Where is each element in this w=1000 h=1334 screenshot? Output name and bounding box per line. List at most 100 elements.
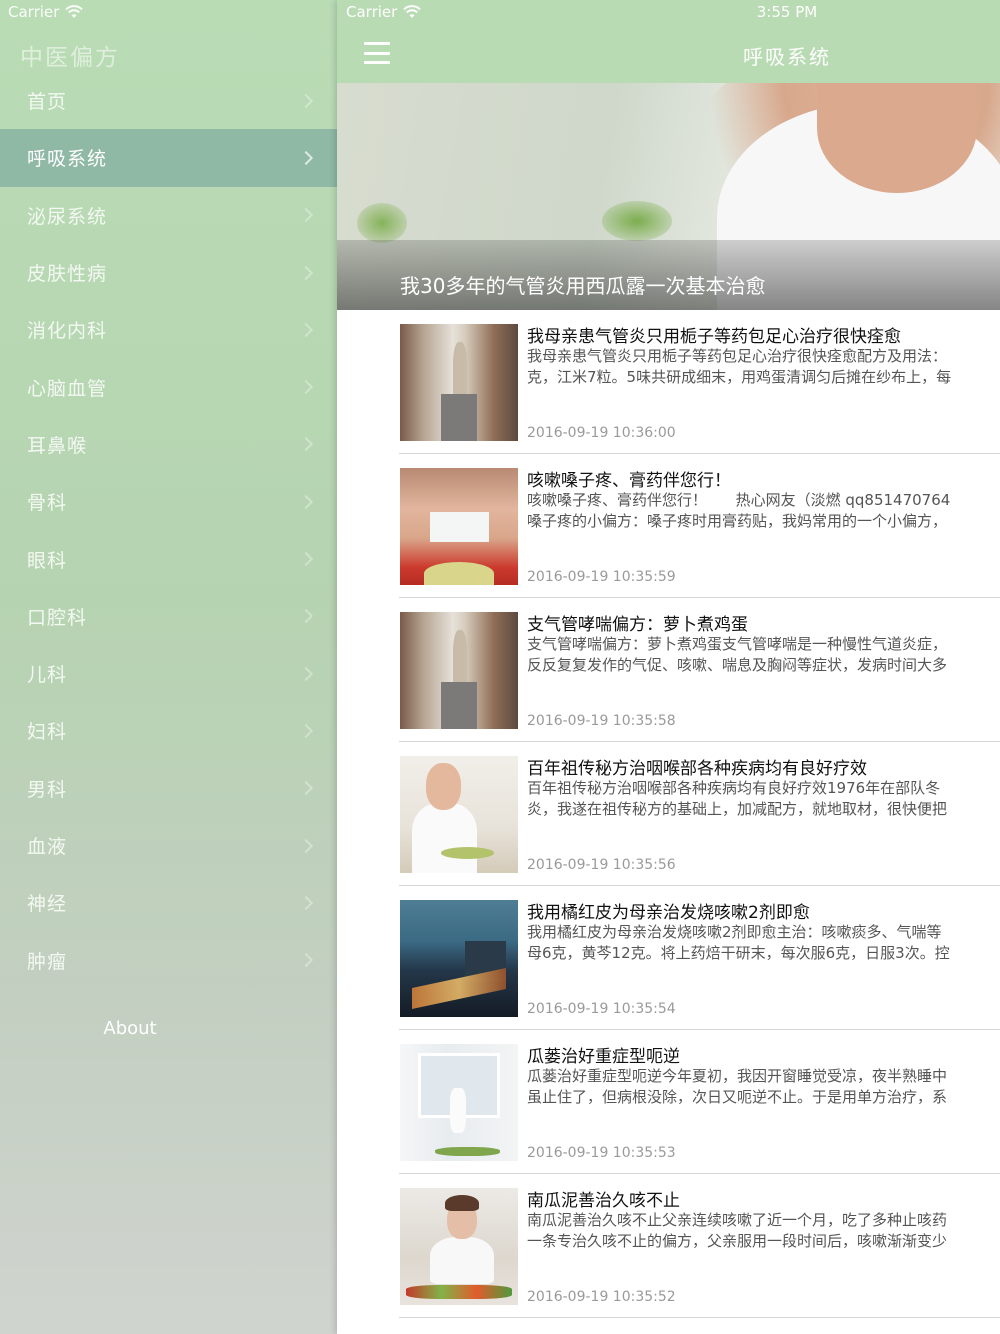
article-list: 我母亲患气管炎只用栀子等药包足心治疗很快痊愈 我母亲患气管炎只用栀子等药包足心治… xyxy=(337,310,1000,1318)
chevron-right-icon xyxy=(298,437,314,452)
chevron-right-icon xyxy=(298,781,314,796)
article-date: 2016-09-19 10:35:53 xyxy=(527,1145,676,1161)
chevron-right-icon xyxy=(298,380,314,395)
menu-item-label: 神经 xyxy=(27,893,68,916)
menu-item-label: 口腔科 xyxy=(27,606,88,629)
banner-title: 我30多年的气管炎用西瓜露一次基本治愈 xyxy=(400,274,766,298)
menu-item-label: 耳鼻喉 xyxy=(27,434,88,457)
article-row[interactable]: 瓜蒌治好重症型呃逆 瓜蒌治好重症型呃逆今年夏初，我因开窗睡觉受凉，夜半熟睡中 虽… xyxy=(399,1030,1000,1174)
article-row[interactable]: 我母亲患气管炎只用栀子等药包足心治疗很快痊愈 我母亲患气管炎只用栀子等药包足心治… xyxy=(399,310,1000,454)
article-row[interactable]: 支气管哮喘偏方：萝卜煮鸡蛋 支气管哮喘偏方：萝卜煮鸡蛋支气管哮喘是一种慢性气道炎… xyxy=(399,598,1000,742)
menu-item-andrology[interactable]: 男科 xyxy=(0,760,337,817)
menu-item-home[interactable]: 首页 xyxy=(0,72,337,129)
about-link[interactable]: About xyxy=(0,1018,260,1039)
article-date: 2016-09-19 10:35:56 xyxy=(527,857,676,873)
menu-item-label: 儿科 xyxy=(27,664,68,687)
menu-item-label: 骨科 xyxy=(27,492,68,515)
menu-item-cardio[interactable]: 心脑血管 xyxy=(0,358,337,415)
article-thumbnail xyxy=(400,612,518,729)
menu-item-label: 泌尿系统 xyxy=(27,205,108,228)
article-title: 我母亲患气管炎只用栀子等药包足心治疗很快痊愈 xyxy=(527,327,901,347)
chevron-right-icon xyxy=(298,93,314,108)
chevron-right-icon xyxy=(298,208,314,223)
main-content: Carrier 3:55 PM 呼吸系统 我30多年的气管炎用西瓜露一次基本治愈… xyxy=(337,0,1000,1334)
article-summary: 咳嗽嗓子疼、膏药伴您行！ 热心网友（淡燃 qq851470764 嗓子疼的小偏方… xyxy=(527,491,951,530)
chevron-right-icon xyxy=(298,723,314,738)
article-summary: 我母亲患气管炎只用栀子等药包足心治疗很快痊愈配方及用法： 克，江米7粒。5味共研… xyxy=(527,347,952,386)
article-title: 瓜蒌治好重症型呃逆 xyxy=(527,1047,680,1067)
banner-image xyxy=(357,203,407,243)
article-row[interactable]: 咳嗽嗓子疼、膏药伴您行！ 咳嗽嗓子疼、膏药伴您行！ 热心网友（淡燃 qq8514… xyxy=(399,454,1000,598)
app-title: 中医偏方 xyxy=(20,45,120,71)
chevron-right-icon xyxy=(298,895,314,910)
hamburger-icon[interactable] xyxy=(364,42,390,64)
menu-item-label: 消化内科 xyxy=(27,320,108,343)
menu-item-label: 肿瘤 xyxy=(27,950,68,973)
carrier-label: Carrier xyxy=(346,3,398,21)
chevron-right-icon xyxy=(298,609,314,624)
article-date: 2016-09-19 10:35:58 xyxy=(527,713,676,729)
menu-item-pediatrics[interactable]: 儿科 xyxy=(0,645,337,702)
chevron-right-icon xyxy=(298,838,314,853)
chevron-right-icon xyxy=(298,322,314,337)
menu-item-label: 皮肤性病 xyxy=(27,263,108,286)
article-title: 南瓜泥善治久咳不止 xyxy=(527,1191,680,1211)
menu-item-gastro[interactable]: 消化内科 xyxy=(0,301,337,358)
article-summary: 百年祖传秘方治咽喉部各种疾病均有良好疗效1976年在部队冬 炎，我遂在祖传秘方的… xyxy=(527,779,948,818)
article-date: 2016-09-19 10:36:00 xyxy=(527,425,676,441)
menu-item-dermatology[interactable]: 皮肤性病 xyxy=(0,244,337,301)
carrier-label: Carrier xyxy=(8,3,60,21)
menu-item-neurology[interactable]: 神经 xyxy=(0,874,337,931)
article-title: 咳嗽嗓子疼、膏药伴您行！ xyxy=(527,471,731,491)
article-thumbnail xyxy=(400,1044,518,1161)
article-summary: 南瓜泥善治久咳不止父亲连续咳嗽了近一个月，吃了多种止咳药 一条专治久咳不止的偏方… xyxy=(527,1211,948,1250)
article-summary: 我用橘红皮为母亲治发烧咳嗽2剂即愈主治：咳嗽痰多、气喘等 母6克，黄芩12克。将… xyxy=(527,923,950,962)
article-title: 百年祖传秘方治咽喉部各种疾病均有良好疗效 xyxy=(527,759,867,779)
menu-item-respiratory[interactable]: 呼吸系统 xyxy=(0,129,337,187)
chevron-right-icon xyxy=(298,494,314,509)
side-menu-list: 首页 呼吸系统 泌尿系统 皮肤性病 消化内科 心脑血管 耳鼻喉 骨科 眼科 口腔… xyxy=(0,72,337,989)
chevron-right-icon xyxy=(298,551,314,567)
status-bar-carrier: Carrier xyxy=(346,3,422,21)
article-thumbnail xyxy=(400,756,518,873)
nav-bar: Carrier 3:55 PM 呼吸系统 xyxy=(337,0,1000,83)
article-row[interactable]: 南瓜泥善治久咳不止 南瓜泥善治久咳不止父亲连续咳嗽了近一个月，吃了多种止咳药 一… xyxy=(399,1174,1000,1318)
menu-item-label: 首页 xyxy=(27,91,68,114)
menu-item-gynecology[interactable]: 妇科 xyxy=(0,702,337,759)
article-thumbnail xyxy=(400,1188,518,1305)
menu-item-label: 眼科 xyxy=(27,549,68,572)
article-date: 2016-09-19 10:35:52 xyxy=(527,1289,676,1305)
article-date: 2016-09-19 10:35:59 xyxy=(527,569,676,585)
article-title: 我用橘红皮为母亲治发烧咳嗽2剂即愈 xyxy=(527,903,810,923)
side-menu: Carrier 中医偏方 首页 呼吸系统 泌尿系统 皮肤性病 消化内科 心脑血管… xyxy=(0,0,337,1334)
menu-item-oncology[interactable]: 肿瘤 xyxy=(0,931,337,988)
menu-item-ent[interactable]: 耳鼻喉 xyxy=(0,416,337,473)
article-row[interactable]: 我用橘红皮为母亲治发烧咳嗽2剂即愈 我用橘红皮为母亲治发烧咳嗽2剂即愈主治：咳嗽… xyxy=(399,886,1000,1030)
article-summary: 支气管哮喘偏方：萝卜煮鸡蛋支气管哮喘是一种慢性气道炎症， 反反复复发作的气促、咳… xyxy=(527,635,948,674)
article-thumbnail xyxy=(400,324,518,441)
menu-item-blood[interactable]: 血液 xyxy=(0,817,337,874)
page-title: 呼吸系统 xyxy=(743,45,831,69)
menu-item-urinary[interactable]: 泌尿系统 xyxy=(0,187,337,244)
wifi-icon xyxy=(403,5,422,18)
menu-item-label: 心脑血管 xyxy=(27,377,108,400)
menu-item-dental[interactable]: 口腔科 xyxy=(0,588,337,645)
article-title: 支气管哮喘偏方：萝卜煮鸡蛋 xyxy=(527,615,748,635)
article-row[interactable]: 百年祖传秘方治咽喉部各种疾病均有良好疗效 百年祖传秘方治咽喉部各种疾病均有良好疗… xyxy=(399,742,1000,886)
article-date: 2016-09-19 10:35:54 xyxy=(527,1001,676,1017)
status-bar-left: Carrier xyxy=(8,3,84,21)
featured-banner[interactable]: 我30多年的气管炎用西瓜露一次基本治愈 xyxy=(337,83,1000,310)
menu-item-ophthalmology[interactable]: 眼科 xyxy=(0,530,337,587)
menu-item-orthopedics[interactable]: 骨科 xyxy=(0,473,337,530)
menu-item-label: 妇科 xyxy=(27,721,68,744)
menu-item-label: 男科 xyxy=(27,778,68,801)
chevron-right-icon xyxy=(298,265,314,280)
menu-item-label: 呼吸系统 xyxy=(27,148,108,171)
wifi-icon xyxy=(65,5,84,18)
status-time: 3:55 PM xyxy=(756,3,818,21)
article-thumbnail xyxy=(400,468,518,585)
chevron-right-icon xyxy=(298,150,314,166)
article-summary: 瓜蒌治好重症型呃逆今年夏初，我因开窗睡觉受凉，夜半熟睡中 虽止住了，但病根没除，… xyxy=(527,1067,948,1106)
article-thumbnail xyxy=(400,900,518,1017)
chevron-right-icon xyxy=(298,953,314,968)
